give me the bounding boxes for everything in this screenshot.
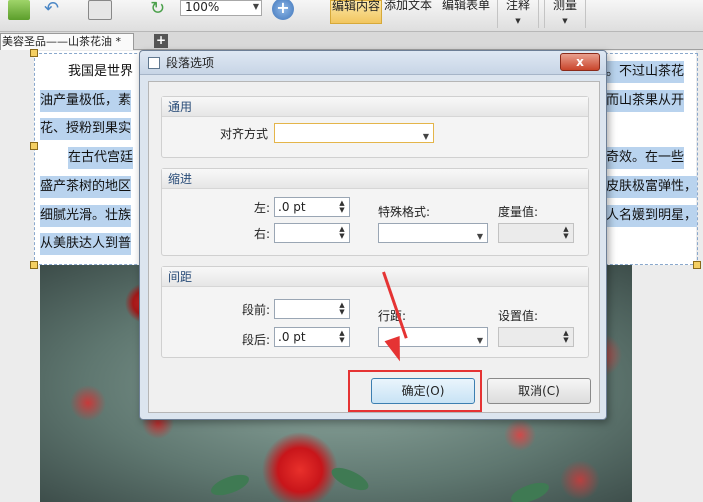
align-select[interactable]: ▼ xyxy=(274,123,434,143)
set-value-label: 设置值: xyxy=(498,309,539,323)
undo-icon[interactable]: ↶ xyxy=(44,0,70,20)
right-indent-label: 右: xyxy=(254,227,271,241)
annotation-highlight-box xyxy=(348,370,482,412)
spinner-icon: ▲ ▼ xyxy=(563,329,569,344)
toolbar: ↶ ↻ 100% ▼ + 编辑内容 添加文本 编辑表单 注释 ▼ 测量 ▼ xyxy=(0,0,703,32)
left-indent-value: .0 pt xyxy=(278,200,306,214)
annotate-label: 注释 xyxy=(505,0,530,12)
resize-handle[interactable] xyxy=(30,261,38,269)
align-label: 对齐方式 xyxy=(220,127,269,141)
dialog-title: 段落选项 xyxy=(166,56,215,70)
indent-group: 缩进 左: .0 pt ▲ ▼ 右: ▲ ▼ 特殊格式: ▼ 度量值: ▲ ▼ xyxy=(161,168,589,256)
space-before-input[interactable]: ▲ ▼ xyxy=(274,299,350,319)
measure-label: 测量 xyxy=(552,0,577,12)
chevron-down-icon: ▼ xyxy=(476,336,483,345)
chevron-down-icon: ▼ xyxy=(422,132,429,141)
spinner-icon[interactable]: ▲ ▼ xyxy=(337,200,347,214)
chevron-down-icon: ▼ xyxy=(562,17,568,25)
chevron-down-icon: ▼ xyxy=(515,17,521,25)
annotate-dropdown[interactable]: 注释 ▼ xyxy=(497,0,539,28)
right-indent-input[interactable]: ▲ ▼ xyxy=(274,223,350,243)
window-icon xyxy=(148,57,160,69)
dialog-titlebar[interactable]: 段落选项 x xyxy=(140,51,606,75)
dialog-body: 通用 对齐方式 ▼ 缩进 左: .0 pt ▲▼ 右: ▲▼ 特殊格式: ▼ xyxy=(148,81,600,413)
spinner-icon[interactable]: ▲ ▼ xyxy=(337,330,347,344)
spacing-group: 间距 段前: ▲ ▼ 段后: .0 pt ▲ ▼ 行距: ▼ 设置值: ▲ ▼ xyxy=(161,266,589,358)
general-heading: 通用 xyxy=(162,97,588,117)
spacing-heading: 间距 xyxy=(162,267,588,287)
special-format-label: 特殊格式: xyxy=(378,205,431,219)
tab-bar: 美容圣品——山茶花油 * + xyxy=(0,32,703,50)
spinner-icon[interactable]: ▲ ▼ xyxy=(337,226,347,240)
chevron-down-icon: ▼ xyxy=(252,2,259,11)
cancel-button[interactable]: 取消(C) xyxy=(487,378,591,404)
leaf-shape xyxy=(208,470,252,500)
paragraph-options-dialog: 段落选项 x 通用 对齐方式 ▼ 缩进 左: .0 pt ▲▼ 右: ▲▼ xyxy=(139,50,607,420)
rotate-icon[interactable]: ↻ xyxy=(150,0,172,20)
space-after-label: 段后: xyxy=(242,333,271,347)
camera-icon[interactable] xyxy=(88,0,112,20)
edit-content-button[interactable]: 编辑内容 xyxy=(330,0,382,24)
measure-dropdown[interactable]: 测量 ▼ xyxy=(544,0,586,28)
zoom-value: 100% xyxy=(185,0,220,14)
space-after-input[interactable]: .0 pt ▲ ▼ xyxy=(274,327,350,347)
resize-handle[interactable] xyxy=(693,261,701,269)
leaf-shape xyxy=(508,478,552,502)
new-tab-button[interactable]: + xyxy=(154,34,168,48)
spinner-icon: ▲ ▼ xyxy=(563,225,569,240)
general-group: 通用 对齐方式 ▼ xyxy=(161,96,589,158)
resize-handle[interactable] xyxy=(30,142,38,150)
space-before-label: 段前: xyxy=(242,303,271,317)
edit-form-button[interactable]: 编辑表单 xyxy=(440,0,492,24)
zoom-in-icon[interactable]: + xyxy=(272,0,294,20)
indent-heading: 缩进 xyxy=(162,169,588,189)
space-after-value: .0 pt xyxy=(278,330,306,344)
special-format-select[interactable]: ▼ xyxy=(378,223,488,243)
close-button[interactable]: x xyxy=(560,53,600,71)
chevron-down-icon: ▼ xyxy=(476,232,483,241)
spinner-icon[interactable]: ▲ ▼ xyxy=(337,302,347,316)
left-indent-input[interactable]: .0 pt ▲ ▼ xyxy=(274,197,350,217)
add-text-button[interactable]: 添加文本 xyxy=(382,0,434,24)
resize-handle[interactable] xyxy=(30,49,38,57)
left-indent-label: 左: xyxy=(254,201,271,215)
measure-value-input: ▲ ▼ xyxy=(498,223,574,243)
forward-icon[interactable] xyxy=(8,0,30,20)
measure-value-label: 度量值: xyxy=(498,205,539,219)
set-value-input: ▲ ▼ xyxy=(498,327,574,347)
zoom-select[interactable]: 100% ▼ xyxy=(180,0,262,16)
tab-document[interactable]: 美容圣品——山茶花油 * xyxy=(0,33,134,50)
leaf-shape xyxy=(328,463,372,495)
